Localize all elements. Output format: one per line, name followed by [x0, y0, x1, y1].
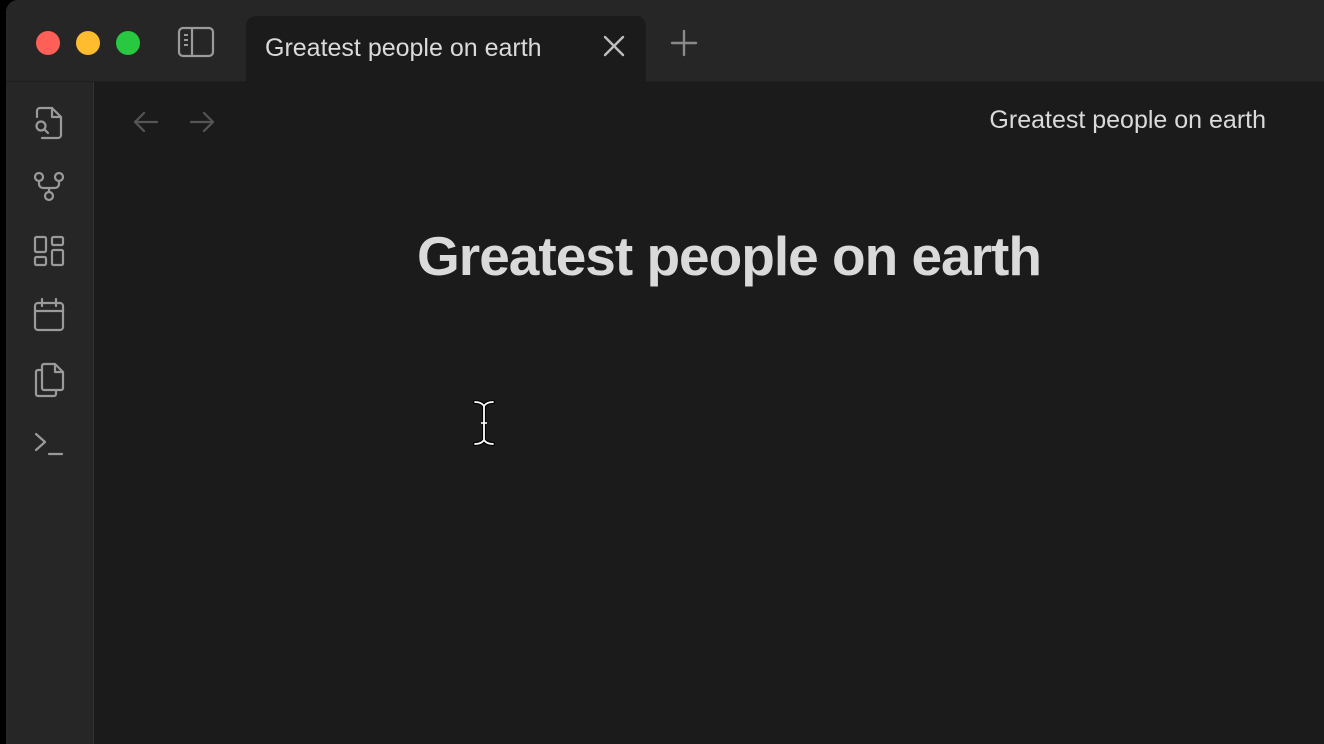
- close-window-button[interactable]: [36, 31, 60, 55]
- new-tab-icon[interactable]: [670, 29, 698, 57]
- graph-icon[interactable]: [30, 168, 68, 206]
- search-file-icon[interactable]: [30, 104, 68, 142]
- text-cursor-icon: [472, 400, 496, 446]
- left-ribbon: [6, 82, 94, 744]
- zoom-window-button[interactable]: [116, 31, 140, 55]
- close-tab-icon[interactable]: [602, 34, 626, 58]
- editor-pane[interactable]: Greatest people on earth Greatest people…: [94, 82, 1324, 744]
- note-title[interactable]: Greatest people on earth: [417, 224, 1042, 288]
- view-header-title[interactable]: Greatest people on earth: [989, 106, 1266, 135]
- terminal-icon[interactable]: [30, 424, 68, 462]
- calendar-icon[interactable]: [30, 296, 68, 334]
- app-window: Greatest people on earth Greatest people…: [6, 0, 1324, 744]
- note-title-row: Greatest people on earth: [94, 224, 1324, 288]
- back-arrow-icon[interactable]: [130, 106, 162, 138]
- blocks-icon[interactable]: [30, 232, 68, 270]
- sidebar-toggle-icon[interactable]: [176, 26, 216, 58]
- forward-arrow-icon[interactable]: [186, 106, 218, 138]
- tab-label: Greatest people on earth: [265, 34, 542, 62]
- title-bar: Greatest people on earth: [6, 0, 1324, 82]
- copy-icon[interactable]: [30, 360, 68, 398]
- minimize-window-button[interactable]: [76, 31, 100, 55]
- tab-active[interactable]: Greatest people on earth: [246, 16, 646, 82]
